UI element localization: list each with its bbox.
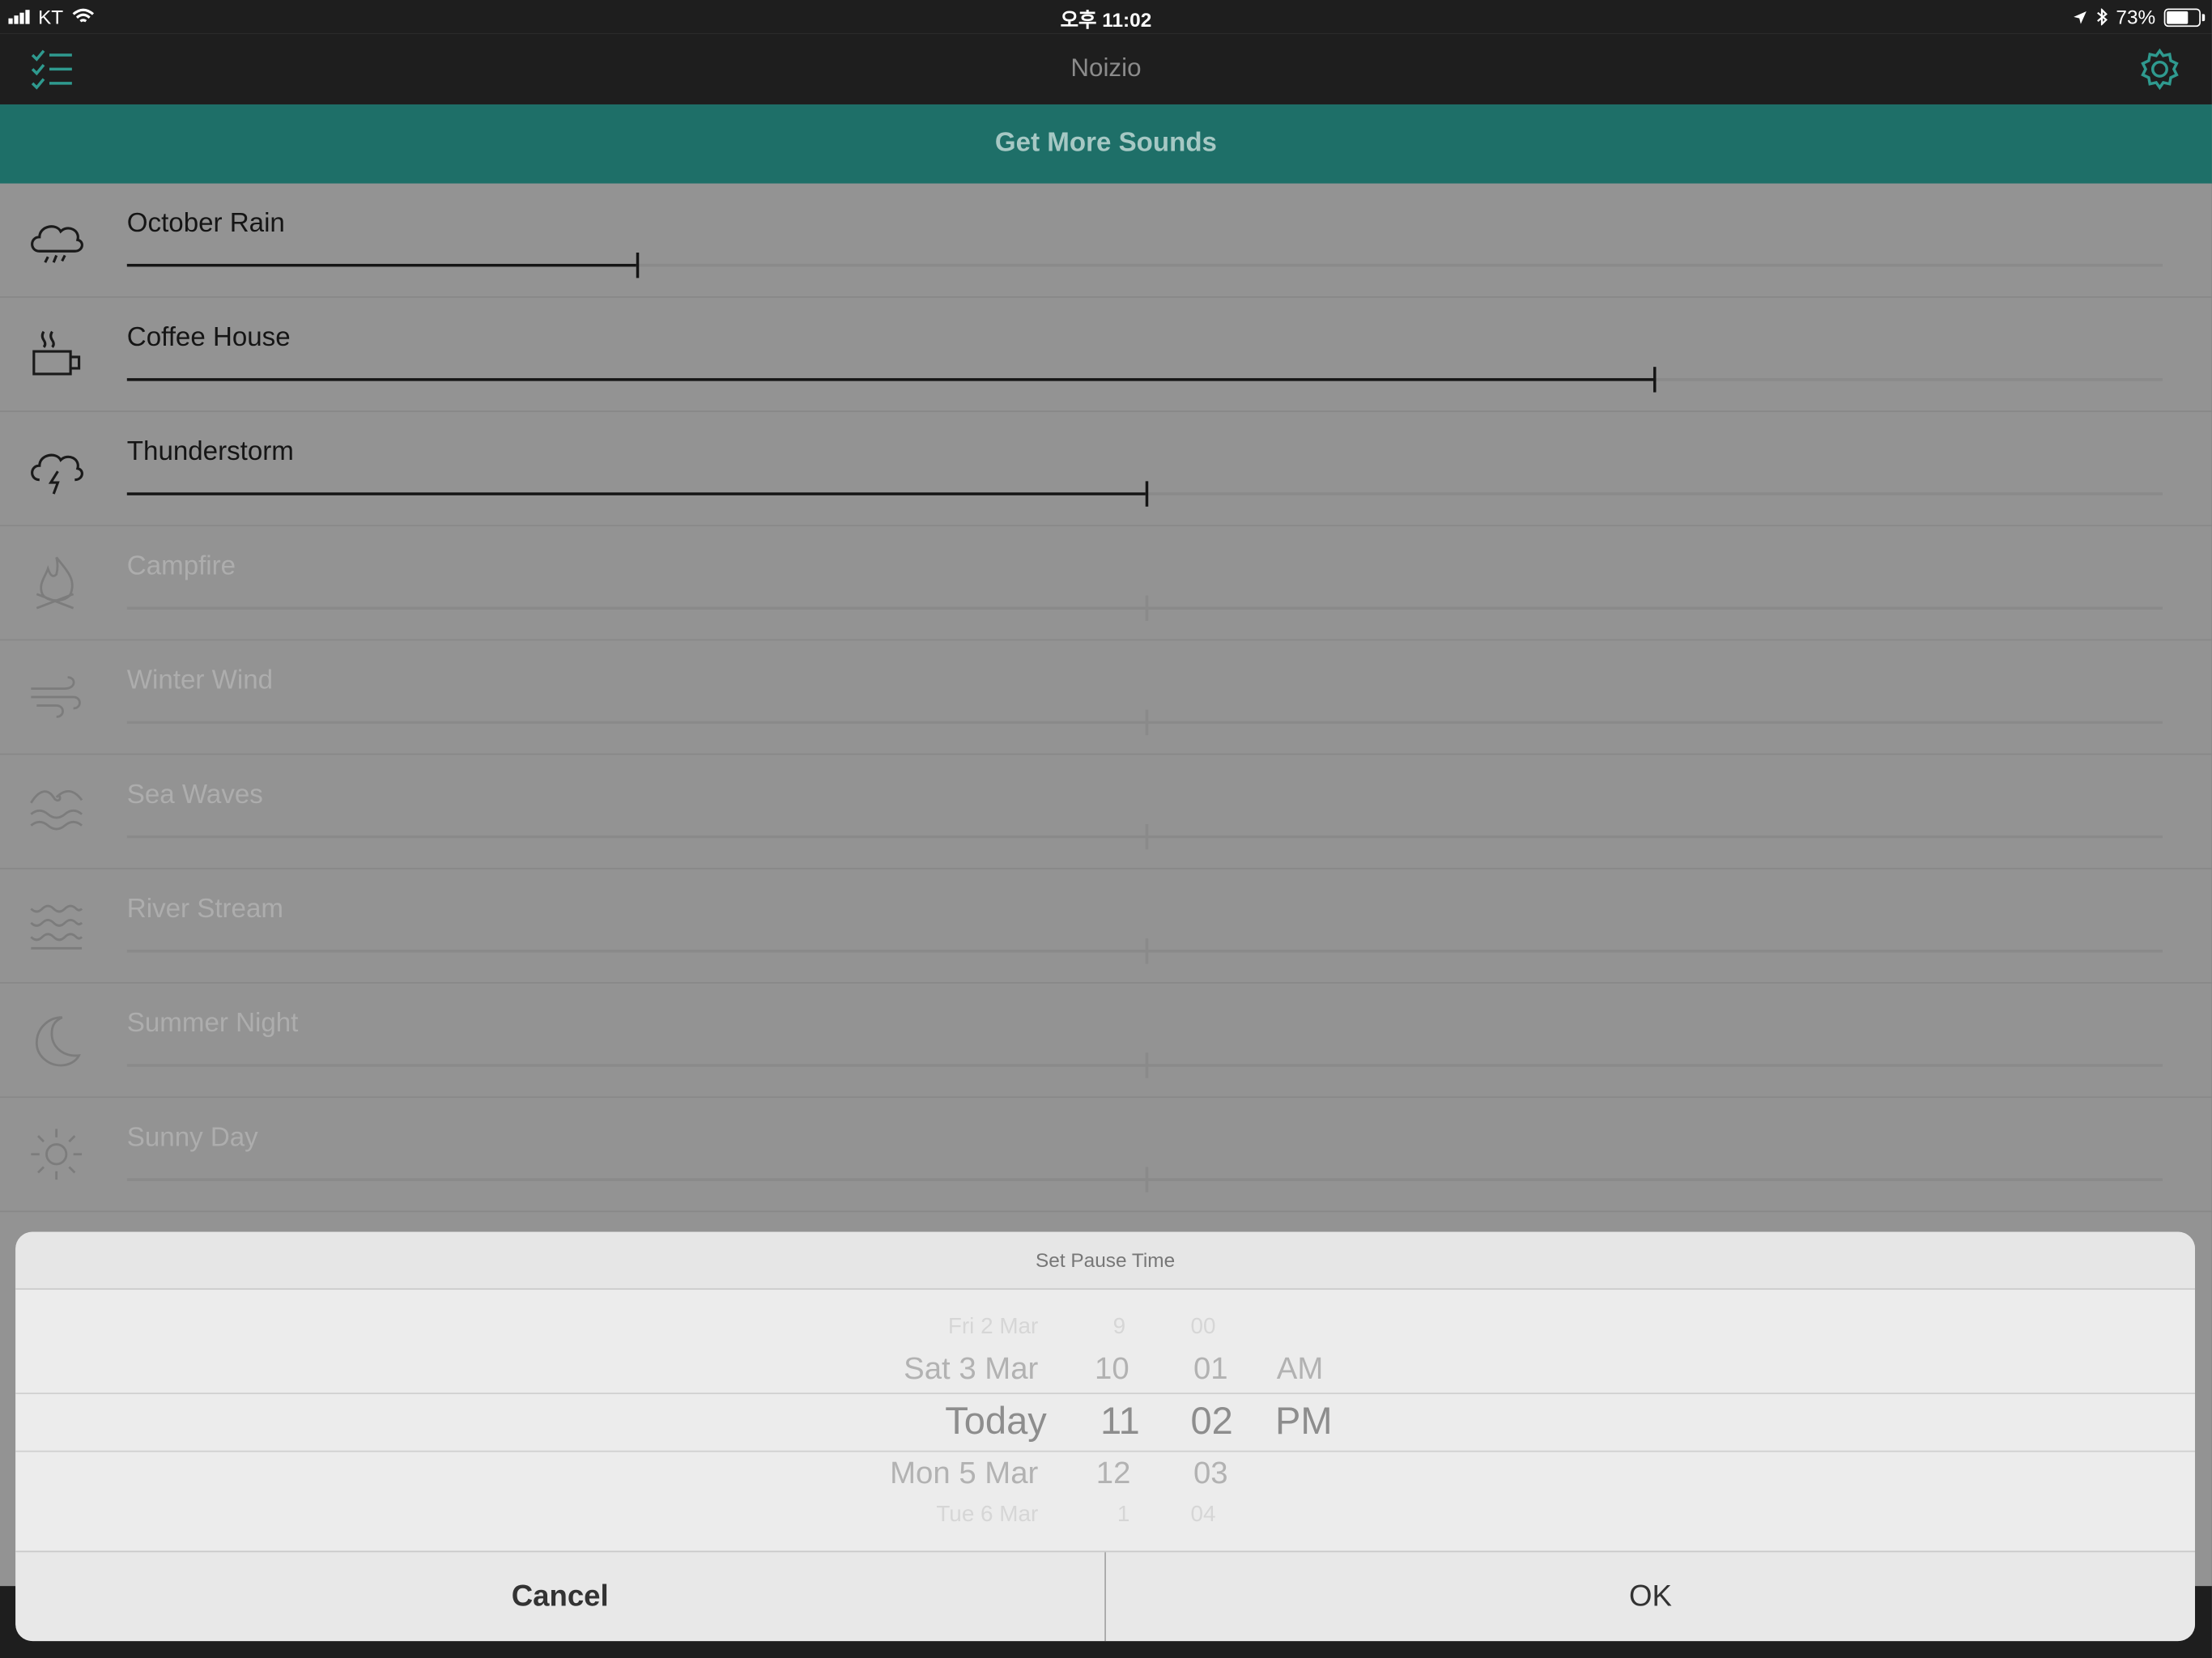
app-screen: KT 오후 11:02 73% Noizio Get More Sounds O… — [0, 0, 2212, 1658]
picker-minute-option[interactable]: 04 — [1191, 1503, 1216, 1528]
battery-icon — [2163, 7, 2206, 27]
sound-name: Coffee House — [126, 323, 291, 353]
sound-name: Summer Night — [126, 1009, 299, 1039]
slider-thumb[interactable] — [1144, 1167, 1148, 1192]
slider-thumb[interactable] — [1653, 367, 1657, 393]
battery-percent: 73% — [2116, 5, 2156, 28]
volume-slider[interactable] — [126, 367, 2163, 393]
sound-name: Winter Wind — [126, 665, 274, 696]
status-bar: KT 오후 11:02 73% — [0, 0, 2212, 34]
slider-thumb[interactable] — [1144, 481, 1148, 507]
sound-row-campfire[interactable]: Campfire — [0, 526, 2212, 641]
slider-thumb[interactable] — [1144, 823, 1148, 850]
volume-slider[interactable] — [126, 252, 2163, 278]
wind-icon — [25, 666, 87, 729]
sound-name: Campfire — [126, 551, 236, 582]
sound-list: October Rain Coffee House Thunderstorm C… — [0, 184, 2212, 1213]
navigation-bar: Noizio — [0, 33, 2212, 104]
picker-hour-option[interactable]: 9 — [1113, 1315, 1126, 1340]
sound-row-october-rain[interactable]: October Rain — [0, 184, 2212, 298]
picker-minute-selected[interactable]: 02 — [1191, 1400, 1233, 1443]
sound-name: Sea Waves — [126, 780, 263, 810]
campfire-icon — [25, 552, 87, 614]
sound-row-winter-wind[interactable]: Winter Wind — [0, 640, 2212, 755]
slider-thumb[interactable] — [636, 252, 639, 278]
picker-hour-option[interactable]: 12 — [1096, 1455, 1131, 1491]
date-time-picker[interactable]: Fri 2 Mar Sat 3 Mar Today Mon 5 Mar Tue … — [15, 1290, 2196, 1553]
slider-thumb[interactable] — [1144, 938, 1148, 964]
picker-am-option[interactable]: AM — [1277, 1350, 1323, 1387]
moon-icon — [25, 1009, 87, 1071]
volume-slider[interactable] — [126, 481, 2163, 507]
picker-minute-option[interactable]: 03 — [1193, 1455, 1228, 1491]
sound-row-sea-waves[interactable]: Sea Waves — [0, 755, 2212, 869]
river-stream-icon — [25, 895, 87, 957]
volume-slider[interactable] — [126, 1052, 2163, 1078]
volume-slider[interactable] — [126, 938, 2163, 964]
sound-name: Thunderstorm — [126, 437, 294, 467]
slider-thumb[interactable] — [1144, 709, 1148, 736]
thunder-cloud-icon — [25, 437, 87, 500]
picker-date-option[interactable]: Sat 3 Mar — [904, 1350, 1038, 1387]
sheet-button-row: Cancel OK — [15, 1550, 2196, 1642]
location-icon — [2072, 9, 2087, 24]
volume-slider[interactable] — [126, 823, 2163, 850]
picker-date-option[interactable]: Tue 6 Mar — [936, 1503, 1038, 1528]
picker-date-selected[interactable]: Today — [945, 1400, 1047, 1443]
volume-slider[interactable] — [126, 1167, 2163, 1192]
sound-name: Sunny Day — [126, 1123, 258, 1154]
gear-icon[interactable] — [2136, 45, 2184, 93]
picker-hour-option[interactable]: 10 — [1095, 1350, 1129, 1387]
cancel-button[interactable]: Cancel — [15, 1552, 1106, 1642]
picker-hour-selected[interactable]: 11 — [1100, 1400, 1140, 1443]
sea-waves-icon — [25, 780, 87, 843]
sound-row-river-stream[interactable]: River Stream — [0, 869, 2212, 984]
banner-label: Get More Sounds — [994, 128, 1217, 159]
sound-name: River Stream — [126, 895, 283, 925]
ok-button[interactable]: OK — [1106, 1552, 2195, 1641]
volume-slider[interactable] — [126, 709, 2163, 736]
volume-slider[interactable] — [126, 595, 2163, 621]
status-time: 오후 11:02 — [1060, 8, 1152, 32]
app-title: Noizio — [1070, 53, 1142, 83]
picker-date-option[interactable]: Mon 5 Mar — [890, 1455, 1038, 1491]
sound-row-thunderstorm[interactable]: Thunderstorm — [0, 412, 2212, 527]
slider-thumb[interactable] — [1144, 1052, 1148, 1078]
sound-row-sunny-day[interactable]: Sunny Day — [0, 1098, 2212, 1213]
sheet-title: Set Pause Time — [15, 1231, 2196, 1290]
sound-row-coffee-house[interactable]: Coffee House — [0, 298, 2212, 412]
sun-icon — [25, 1123, 87, 1185]
picker-date-option[interactable]: Fri 2 Mar — [948, 1315, 1039, 1340]
picker-pm-selected[interactable]: PM — [1275, 1400, 1333, 1443]
picker-minute-option[interactable]: 00 — [1191, 1315, 1216, 1340]
bluetooth-icon — [2096, 8, 2108, 26]
coffee-cup-icon — [25, 323, 87, 385]
picker-hour-option[interactable]: 1 — [1117, 1503, 1130, 1528]
get-more-sounds-button[interactable]: Get More Sounds — [0, 104, 2212, 184]
rain-cloud-icon — [25, 209, 87, 271]
pause-time-sheet: Set Pause Time Fri 2 Mar Sat 3 Mar Today… — [15, 1231, 2196, 1642]
picker-minute-option[interactable]: 01 — [1193, 1350, 1228, 1387]
slider-thumb[interactable] — [1144, 595, 1148, 621]
sound-name: October Rain — [126, 208, 285, 239]
sound-row-summer-night[interactable]: Summer Night — [0, 984, 2212, 1099]
